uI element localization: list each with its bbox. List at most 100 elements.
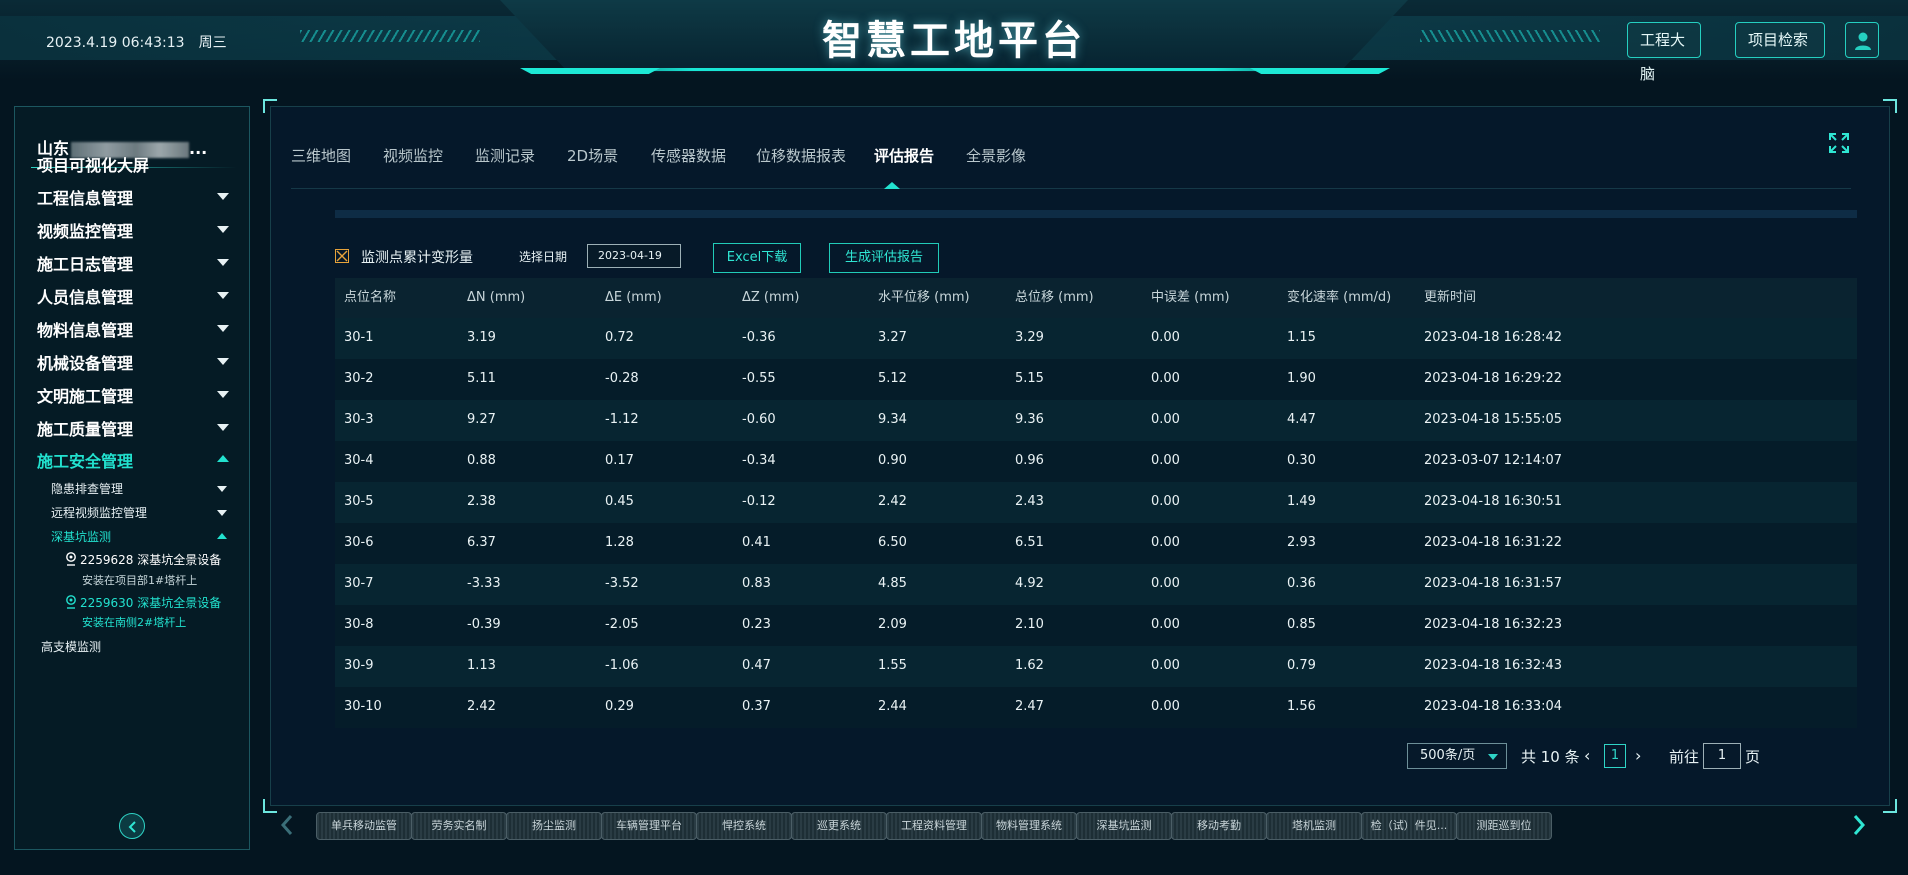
cumulative-deformation-checkbox[interactable] <box>335 249 349 263</box>
chevron-down-icon[interactable] <box>217 325 229 332</box>
table-cell: 2023-04-18 16:31:22 <box>1424 535 1563 550</box>
bottom-app-item[interactable]: 测距巡到位 <box>1456 812 1552 840</box>
table-row: 30-8 -0.39 -2.05 0.23 2.09 2.10 0.00 0.85 2023-0… <box>335 605 1857 646</box>
frame-corner <box>1883 99 1897 113</box>
sidebar-sub-foundation-pit[interactable]: 深基坑监测 <box>51 528 111 545</box>
checkbox-cross-icon <box>336 250 348 262</box>
table-cell: 0.23 <box>742 617 771 632</box>
sidebar-sub-high-formwork[interactable]: 高支模监测 <box>41 638 101 655</box>
tab-bar: 三维地图 视频监控 监测记录 2D场景 传感器数据 位移数据报表 评估报告 全景… <box>291 145 1851 189</box>
chevron-up-icon[interactable] <box>217 455 229 462</box>
table-cell: 1.15 <box>1287 330 1316 345</box>
chevron-down-icon[interactable] <box>217 510 227 516</box>
tab-video[interactable]: 视频监控 <box>383 145 443 166</box>
next-page-button[interactable]: › <box>1635 746 1641 765</box>
chevron-left-icon <box>280 815 293 835</box>
chevron-down-icon[interactable] <box>217 424 229 431</box>
table-row: 30-4 0.88 0.17 -0.34 0.90 0.96 0.00 0.30 2023-03… <box>335 441 1857 482</box>
header-accent-left <box>520 68 660 74</box>
page-size-select[interactable]: 500条/页 <box>1407 743 1507 769</box>
sidebar-sub-remote-video[interactable]: 远程视频监控管理 <box>51 504 147 521</box>
table-cell: 0.00 <box>1151 330 1180 345</box>
bottom-app-item[interactable]: 扬尘监测 <box>506 812 602 840</box>
chevron-down-icon[interactable] <box>217 391 229 398</box>
table-cell: 30-9 <box>344 658 374 673</box>
sidebar-sub-hazard[interactable]: 隐患排查管理 <box>51 480 123 497</box>
table-header: 点位名称 ΔN (mm) ΔE (mm) ΔZ (mm) 水平位移 (mm) 总… <box>335 278 1857 318</box>
bottom-app-item[interactable]: 塔机监测 <box>1266 812 1362 840</box>
tab-records[interactable]: 监测记录 <box>475 145 535 166</box>
prev-page-button[interactable]: ‹ <box>1584 746 1590 765</box>
sidebar-item-video[interactable]: 视频监控管理 <box>37 218 133 242</box>
bottom-app-item[interactable]: 单兵移动监管 <box>316 812 412 840</box>
sidebar-item-quality[interactable]: 施工质量管理 <box>37 416 133 440</box>
sidebar-item-materials[interactable]: 物料信息管理 <box>37 317 133 341</box>
sidebar-item-project-info[interactable]: 工程信息管理 <box>37 185 133 209</box>
scroll-left-button[interactable] <box>280 813 294 841</box>
page-size-value: 500条/页 <box>1420 748 1476 763</box>
table-cell: 2.42 <box>878 494 907 509</box>
sidebar-item-safety[interactable]: 施工安全管理 <box>37 448 133 472</box>
tab-3d-map[interactable]: 三维地图 <box>291 145 351 166</box>
device-item-1[interactable]: 2259628 深基坑全景设备 <box>65 551 221 568</box>
tab-displacement-report[interactable]: 位移数据报表 <box>756 145 846 166</box>
table-cell: 0.00 <box>1151 658 1180 673</box>
tab-sensor-data[interactable]: 传感器数据 <box>651 145 726 166</box>
bottom-app-item[interactable]: 车辆管理平台 <box>601 812 697 840</box>
date-picker-input[interactable]: 2023-04-19 <box>587 244 681 268</box>
bottom-app-item[interactable]: 深基坑监测 <box>1076 812 1172 840</box>
chevron-down-icon[interactable] <box>217 358 229 365</box>
excel-download-button[interactable]: Excel下载 <box>713 243 801 273</box>
device-item-2[interactable]: 2259630 深基坑全景设备 <box>65 594 221 611</box>
table-cell: 0.83 <box>742 576 771 591</box>
chevron-down-icon[interactable] <box>217 259 229 266</box>
user-avatar-button[interactable] <box>1845 22 1879 58</box>
current-page-number[interactable]: 1 <box>1604 744 1626 768</box>
goto-page-input[interactable]: 1 <box>1703 743 1741 769</box>
bottom-app-item[interactable]: 物料管理系统 <box>981 812 1077 840</box>
chevron-down-icon[interactable] <box>217 226 229 233</box>
chevron-down-icon[interactable] <box>217 193 229 200</box>
bottom-app-item[interactable]: 巡更系统 <box>791 812 887 840</box>
table-cell: 2023-04-18 16:29:22 <box>1424 371 1563 386</box>
sidebar-item-civilized[interactable]: 文明施工管理 <box>37 383 133 407</box>
table-cell: 0.36 <box>1287 576 1316 591</box>
table-cell: -0.12 <box>742 494 776 509</box>
date-label: 选择日期 <box>519 250 568 264</box>
generate-report-button[interactable]: 生成评估报告 <box>829 243 939 273</box>
table-cell: 30-5 <box>344 494 374 509</box>
location-pin-icon <box>66 552 76 566</box>
sidebar-item-machinery[interactable]: 机械设备管理 <box>37 350 133 374</box>
chevron-up-icon[interactable] <box>217 533 227 539</box>
table-cell: 0.00 <box>1151 535 1180 550</box>
tab-evaluation-report[interactable]: 评估报告 <box>874 145 934 166</box>
frame-corner <box>263 99 277 113</box>
table-cell: 2.47 <box>1015 699 1044 714</box>
table-cell: 0.17 <box>605 453 634 468</box>
tab-panorama[interactable]: 全景影像 <box>966 145 1026 166</box>
sidebar-item-log[interactable]: 施工日志管理 <box>37 251 133 275</box>
sidebar-item-personnel[interactable]: 人员信息管理 <box>37 284 133 308</box>
table-cell: 30-1 <box>344 330 374 345</box>
table-cell: 0.00 <box>1151 494 1180 509</box>
table-cell: 0.41 <box>742 535 771 550</box>
column-header: 更新时间 <box>1424 290 1477 305</box>
bottom-app-item[interactable]: 移动考勤 <box>1171 812 1267 840</box>
bottom-app-item[interactable]: 检（试）件见... <box>1361 812 1457 840</box>
bottom-app-item[interactable]: 悍控系统 <box>696 812 792 840</box>
chevron-down-icon[interactable] <box>217 486 227 492</box>
project-search-button[interactable]: 项目检索 <box>1735 22 1825 58</box>
header-bar: 2023.4.19 06:43:13 周三 智慧工地平台 工程大脑 项目检索 <box>0 0 1908 83</box>
chevron-down-icon[interactable] <box>217 292 229 299</box>
sidebar-collapse-button[interactable] <box>119 813 145 839</box>
fullscreen-button[interactable] <box>1829 133 1849 157</box>
sidebar-item-visual-screen[interactable]: 项目可视化大屏 <box>37 152 149 176</box>
device-name: 2259630 深基坑全景设备 <box>80 596 222 610</box>
tab-2d-scene[interactable]: 2D场景 <box>567 145 618 166</box>
bottom-app-item[interactable]: 劳务实名制 <box>411 812 507 840</box>
scroll-right-button[interactable] <box>1852 813 1866 841</box>
bottom-app-item[interactable]: 工程资料管理 <box>886 812 982 840</box>
table-cell: 2.93 <box>1287 535 1316 550</box>
page-suffix-label: 页 <box>1745 748 1761 766</box>
project-brain-button[interactable]: 工程大脑 <box>1627 22 1701 83</box>
